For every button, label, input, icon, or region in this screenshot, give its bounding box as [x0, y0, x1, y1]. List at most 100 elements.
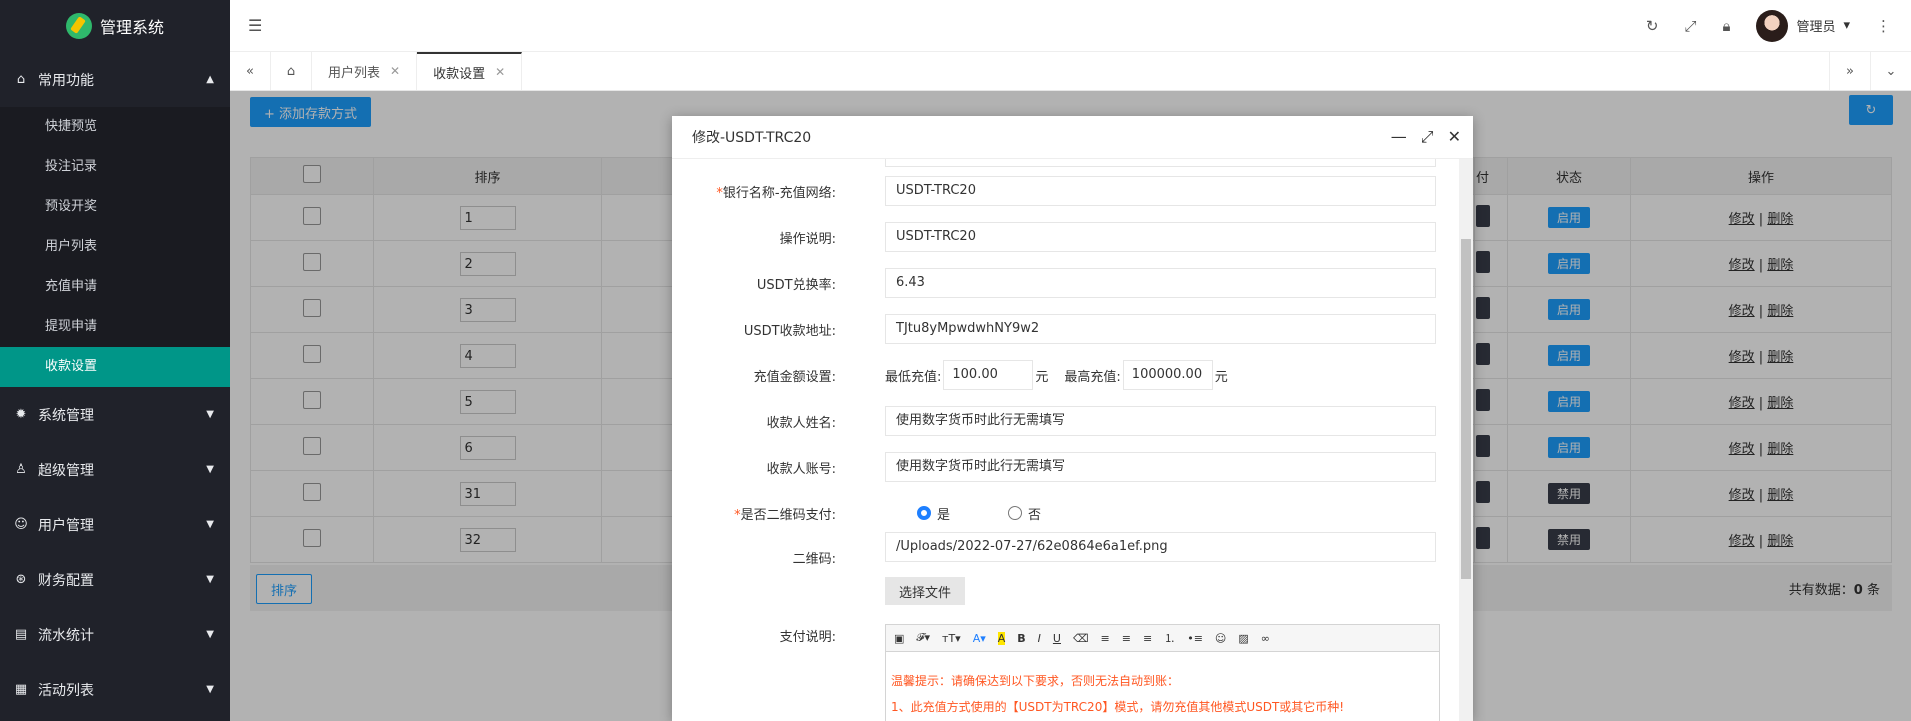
row-amount: 充值金额设置: 最低充值: 100.00 元 最高充值: 100000.00 元 [672, 359, 1459, 391]
qr-pay-yes-radio[interactable]: 是 [917, 504, 950, 523]
font-family-icon[interactable]: 𝓕▾ [916, 631, 930, 645]
qr-pay-label-text: 是否二维码支付: [740, 507, 836, 523]
usdt-rate-input[interactable]: 6.43 [885, 268, 1436, 298]
row-rate: USDT兑换率: 6.43 [672, 267, 1459, 299]
tab-label: 收款设置 [433, 66, 486, 82]
min-unit: 元 [1035, 369, 1049, 385]
tab-payment-settings[interactable]: 收款设置 ✕ [417, 52, 523, 90]
home-icon: ⌂ [16, 72, 26, 87]
chevron-down-icon: ▼ [206, 684, 214, 695]
gear-icon: ✹ [15, 407, 27, 422]
close-icon[interactable]: ✕ [390, 64, 400, 78]
brand[interactable]: 管理系统 [0, 0, 230, 52]
min-label: 最低充值: [885, 369, 942, 385]
payee-account-input[interactable]: 使用数字货币时此行无需填写 [885, 452, 1436, 482]
sidebar-item-users[interactable]: 用户列表 [0, 227, 230, 267]
close-icon[interactable]: ✕ [495, 65, 505, 79]
payee-name-input[interactable]: 使用数字货币时此行无需填写 [885, 406, 1436, 436]
link-icon[interactable]: ∞ [1261, 632, 1270, 645]
sidebar-item-preview[interactable]: 快捷预览 [0, 107, 230, 147]
menu-group-label: 财务配置 [38, 572, 94, 589]
usdt-address-input[interactable]: TJtu8yMpwdwhNY9w2 [885, 314, 1436, 344]
sidebar-item-preset[interactable]: 预设开奖 [0, 187, 230, 227]
bold-icon[interactable]: B [1017, 632, 1025, 645]
sidebar-item-bets[interactable]: 投注记录 [0, 147, 230, 187]
tabs-scroll-right-icon[interactable]: » [1829, 52, 1870, 90]
menu-group-stats[interactable]: ▤ 流水统计 ▼ [0, 607, 230, 662]
font-color-icon[interactable]: A▾ [973, 632, 986, 645]
align-right-icon[interactable]: ≡ [1143, 632, 1152, 645]
align-center-icon[interactable]: ≡ [1122, 632, 1131, 645]
scrollbar-thumb[interactable] [1461, 239, 1471, 579]
refresh-icon[interactable]: ↻ [1646, 17, 1659, 35]
max-recharge-input[interactable]: 100000.00 [1122, 360, 1213, 390]
payee-name-label: 收款人姓名: [766, 415, 836, 431]
tabs-dropdown-icon[interactable]: ⌄ [1870, 52, 1911, 90]
chevron-down-icon: ▼ [206, 574, 214, 585]
underline-icon[interactable]: U [1053, 632, 1061, 645]
italic-icon[interactable]: I [1038, 632, 1041, 645]
dialog-title: 修改-USDT-TRC20 [692, 130, 812, 146]
min-recharge-input[interactable]: 100.00 [943, 360, 1034, 390]
image-icon[interactable]: ▨ [1238, 632, 1248, 645]
editor-line: 1、此充值方式使用的【USDT为TRC20】模式，请勿充值其他模式USDT或其它… [891, 700, 1345, 714]
desc-label: 操作说明: [779, 231, 836, 247]
sidebar-item-withdraw[interactable]: 提现申请 [0, 307, 230, 347]
menu-group-finance[interactable]: ⊛ 财务配置 ▼ [0, 552, 230, 607]
row-qr: 二维码: /Uploads/2022-07-27/62e0864e6a1ef.p… [672, 532, 1459, 573]
qr-pay-label: *是否二维码支付: [672, 504, 850, 523]
sidebar-item-payment-settings[interactable]: 收款设置 [0, 347, 230, 387]
editor-content[interactable]: 温馨提示：请确保达到以下要求，否则无法自动到账： 1、此充值方式使用的【USDT… [886, 652, 1439, 720]
align-left-icon[interactable]: ≡ [1101, 632, 1110, 645]
tab-bar: « ⌂ 用户列表 ✕ 收款设置 ✕ » ⌄ [230, 52, 1911, 91]
bank-name-input[interactable]: USDT-TRC20 [885, 176, 1436, 206]
dialog-scrollbar[interactable] [1459, 159, 1473, 721]
lock-icon[interactable]: 🔒︎ [1722, 17, 1730, 35]
tabs-scroll-left-icon[interactable]: « [230, 52, 271, 90]
finance-icon: ⊛ [15, 572, 27, 587]
menu-group-users[interactable]: ☺ 用户管理 ▼ [0, 497, 230, 552]
row-payee-name: 收款人姓名: 使用数字货币时此行无需填写 [672, 405, 1459, 437]
radio-unchecked-icon [1008, 506, 1023, 520]
caret-down-icon: ▾ [1843, 18, 1850, 33]
highlight-icon[interactable]: A [997, 631, 1006, 645]
row-address: USDT收款地址: TJtu8yMpwdwhNY9w2 [672, 313, 1459, 345]
menu-group-label: 流水统计 [38, 627, 94, 644]
home-tab-icon[interactable]: ⌂ [271, 52, 312, 90]
maximize-icon[interactable]: ⤢ [1421, 127, 1434, 147]
fullscreen-icon[interactable]: ⤢ [1684, 17, 1696, 35]
unordered-list-icon[interactable]: •≡ [1187, 632, 1203, 645]
topbar: ☰ ↻ ⤢ 🔒︎ 管理员 ▾ ⋮ [230, 0, 1911, 52]
menu-group-common[interactable]: ⌂ 常用功能 ▲ [0, 52, 230, 107]
tab-user-list[interactable]: 用户列表 ✕ [312, 52, 418, 90]
menu-fold-icon[interactable]: ☰ [248, 16, 262, 35]
tab-label: 用户列表 [328, 65, 381, 81]
paste-icon[interactable]: ▣ [894, 632, 904, 645]
menu-group-super[interactable]: ♙ 超级管理 ▼ [0, 442, 230, 497]
user-menu[interactable]: 管理员 ▾ [1756, 9, 1850, 42]
close-icon[interactable]: ✕ [1448, 127, 1461, 147]
qr-path-input[interactable]: /Uploads/2022-07-27/62e0864e6a1ef.png [885, 532, 1436, 562]
font-size-icon[interactable]: тT▾ [942, 632, 961, 645]
chevron-down-icon: ▼ [206, 629, 214, 640]
rich-text-editor[interactable]: ▣ 𝓕▾ тT▾ A▾ A B I U ⌫ ≡ ≡ ≡ ⒈ •≡ ☺ ▨ ∞ 温… [885, 624, 1440, 721]
more-vertical-icon[interactable]: ⋮ [1876, 17, 1891, 35]
row-qr-pay: *是否二维码支付: 是 否 [672, 497, 1459, 529]
radio-label: 是 [937, 507, 951, 523]
sidebar-item-recharge[interactable]: 充值申请 [0, 267, 230, 307]
max-label: 最高充值: [1064, 369, 1121, 385]
eraser-icon[interactable]: ⌫ [1073, 632, 1089, 645]
choose-file-button[interactable]: 选择文件 [885, 577, 966, 605]
minimize-icon[interactable]: — [1391, 127, 1407, 147]
emoji-icon[interactable]: ☺ [1215, 632, 1226, 645]
editor-toolbar: ▣ 𝓕▾ тT▾ A▾ A B I U ⌫ ≡ ≡ ≡ ⒈ •≡ ☺ ▨ ∞ [886, 625, 1439, 652]
ordered-list-icon[interactable]: ⒈ [1164, 630, 1175, 646]
hidden-top-field[interactable] [885, 159, 1436, 167]
menu-group-activity[interactable]: ▦ 活动列表 ▼ [0, 662, 230, 717]
operation-desc-input[interactable]: USDT-TRC20 [885, 222, 1436, 252]
menu-group-system[interactable]: ✹ 系统管理 ▼ [0, 387, 230, 442]
qr-pay-no-radio[interactable]: 否 [1008, 504, 1041, 523]
address-label: USDT收款地址: [743, 323, 836, 339]
bank-label: *银行名称-充值网络: [672, 182, 850, 201]
row-desc: 操作说明: USDT-TRC20 [672, 221, 1459, 253]
